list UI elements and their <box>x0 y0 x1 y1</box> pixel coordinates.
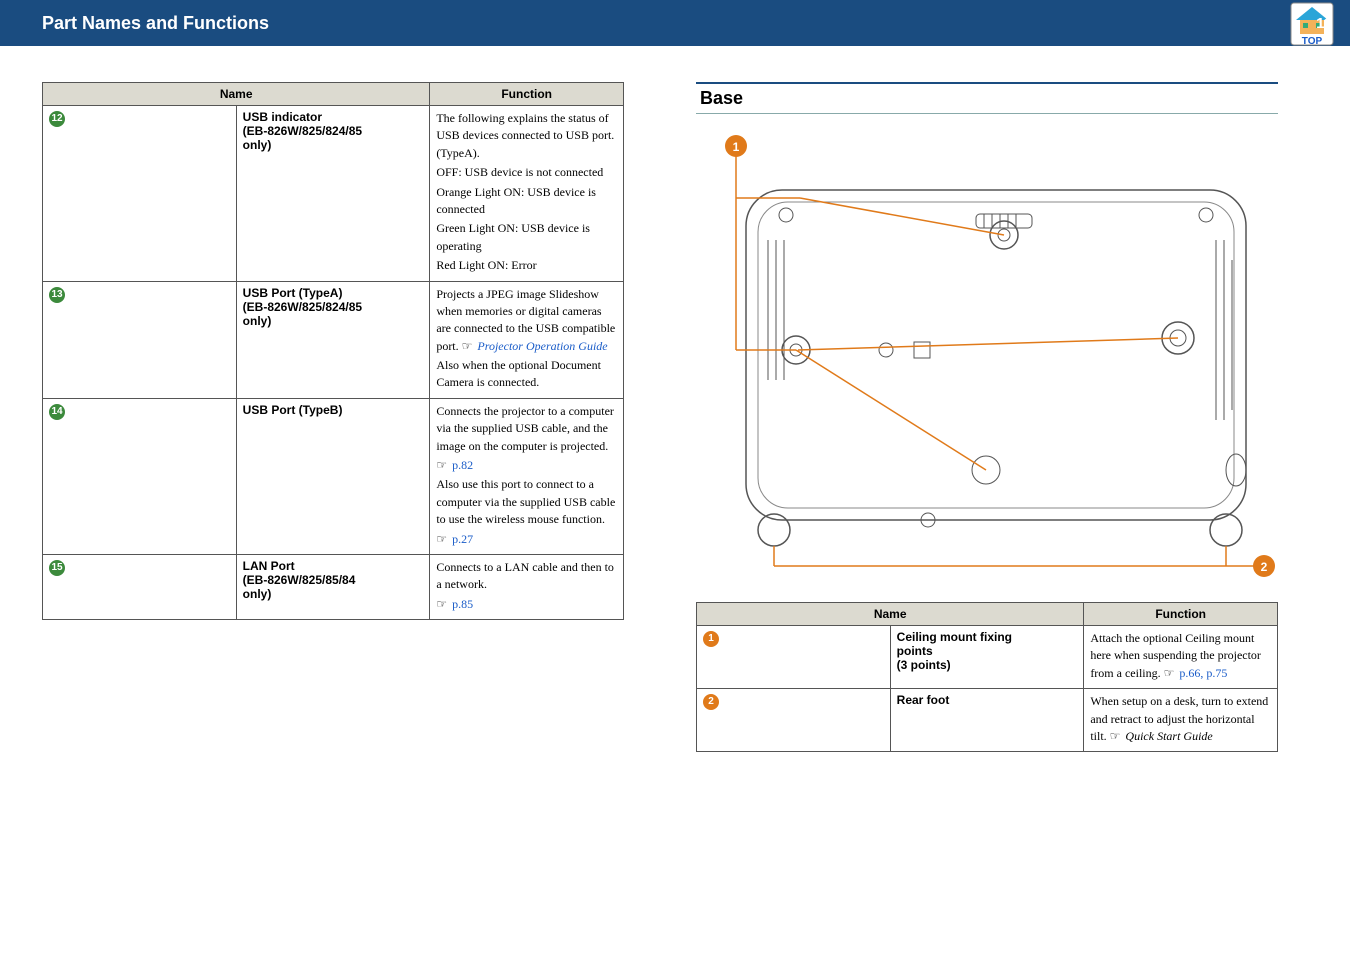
func-text: p.27 <box>436 531 617 548</box>
left-column: Name Function 12 USB indicator (EB-826W/… <box>42 82 624 752</box>
page-number: 11 <box>1316 15 1332 32</box>
func-text: Connects to a LAN cable and then to a ne… <box>436 559 617 594</box>
func-text: Orange Light ON: USB device is connected <box>436 184 617 219</box>
row-name-sub: only) <box>243 587 272 601</box>
header-bar: Part Names and Functions TOP 11 <box>0 0 1350 46</box>
link-p82[interactable]: p.82 <box>452 458 473 472</box>
func-text: When setup on a desk, turn to extend and… <box>1090 693 1271 745</box>
func-text: Red Light ON: Error <box>436 257 617 274</box>
num-badge: 1 <box>703 631 719 647</box>
num-badge: 13 <box>49 287 65 303</box>
hand-icon <box>436 532 449 546</box>
num-badge: 12 <box>49 111 65 127</box>
link-p85[interactable]: p.85 <box>452 597 473 611</box>
num-badge: 2 <box>703 694 719 710</box>
parts-table-left: Name Function 12 USB indicator (EB-826W/… <box>42 82 624 620</box>
row-name: Rear foot <box>897 693 950 707</box>
func-text: p.85 <box>436 596 617 613</box>
func-text: Also when the optional Document Camera i… <box>436 357 617 392</box>
link-p27[interactable]: p.27 <box>452 532 473 546</box>
func-text: The following explains the status of USB… <box>436 110 617 162</box>
func-text: OFF: USB device is not connected <box>436 164 617 181</box>
table-row: 13 USB Port (TypeA) (EB-826W/825/824/85 … <box>43 281 624 398</box>
row-name: USB indicator <box>243 110 322 124</box>
link-projector-guide[interactable]: Projector Operation Guide <box>477 339 607 353</box>
num-badge: 14 <box>49 404 65 420</box>
section-header: Base <box>696 82 1278 114</box>
row-name: Ceiling mount fixing <box>897 630 1012 644</box>
svg-text:1: 1 <box>733 140 740 154</box>
row-name-sub: (3 points) <box>897 658 951 672</box>
th-name: Name <box>697 603 1084 626</box>
hand-icon <box>1110 729 1123 743</box>
section-title: Base <box>700 88 743 108</box>
th-name: Name <box>43 83 430 106</box>
th-function: Function <box>1084 603 1278 626</box>
row-name-sub: points <box>897 644 933 658</box>
quick-start-guide: Quick Start Guide <box>1125 729 1212 743</box>
table-row: 12 USB indicator (EB-826W/825/824/85 onl… <box>43 106 624 282</box>
table-row: 2 Rear foot When setup on a desk, turn t… <box>697 689 1278 752</box>
base-diagram: 1 2 <box>696 120 1278 584</box>
table-row: 15 LAN Port (EB-826W/825/85/84 only) Con… <box>43 554 624 619</box>
row-name-sub: (EB-826W/825/85/84 <box>243 573 356 587</box>
row-name-sub: only) <box>243 138 272 152</box>
hand-icon <box>436 597 449 611</box>
func-span: Attach the optional Ceiling mount here w… <box>1090 631 1261 680</box>
table-row: 14 USB Port (TypeB) Connects the project… <box>43 398 624 554</box>
func-text: Projects a JPEG image Slideshow when mem… <box>436 286 617 356</box>
link-p75[interactable]: p.75 <box>1206 666 1227 680</box>
th-function: Function <box>430 83 624 106</box>
hand-icon <box>462 339 475 353</box>
parts-table-base: Name Function 1 Ceiling mount fixing poi… <box>696 602 1278 752</box>
table-row: 1 Ceiling mount fixing points (3 points)… <box>697 626 1278 689</box>
row-name-sub: (EB-826W/825/824/85 <box>243 124 362 138</box>
row-name: USB Port (TypeB) <box>243 403 343 417</box>
right-column: Base <box>696 82 1278 752</box>
row-name: USB Port (TypeA) <box>243 286 343 300</box>
func-text: Attach the optional Ceiling mount here w… <box>1090 630 1271 682</box>
row-name: LAN Port <box>243 559 295 573</box>
hand-icon <box>436 458 449 472</box>
func-text: Also use this port to connect to a compu… <box>436 476 617 528</box>
hand-icon <box>1164 666 1177 680</box>
row-name-sub: (EB-826W/825/824/85 <box>243 300 362 314</box>
func-text: Green Light ON: USB device is operating <box>436 220 617 255</box>
func-text: p.82 <box>436 457 617 474</box>
num-badge: 15 <box>49 560 65 576</box>
header-right: 11 <box>1312 0 1350 46</box>
page-title: Part Names and Functions <box>42 13 269 34</box>
func-text: Connects the projector to a computer via… <box>436 403 617 455</box>
row-name-sub: only) <box>243 314 272 328</box>
svg-text:2: 2 <box>1261 560 1268 574</box>
link-p66[interactable]: p.66 <box>1179 666 1200 680</box>
